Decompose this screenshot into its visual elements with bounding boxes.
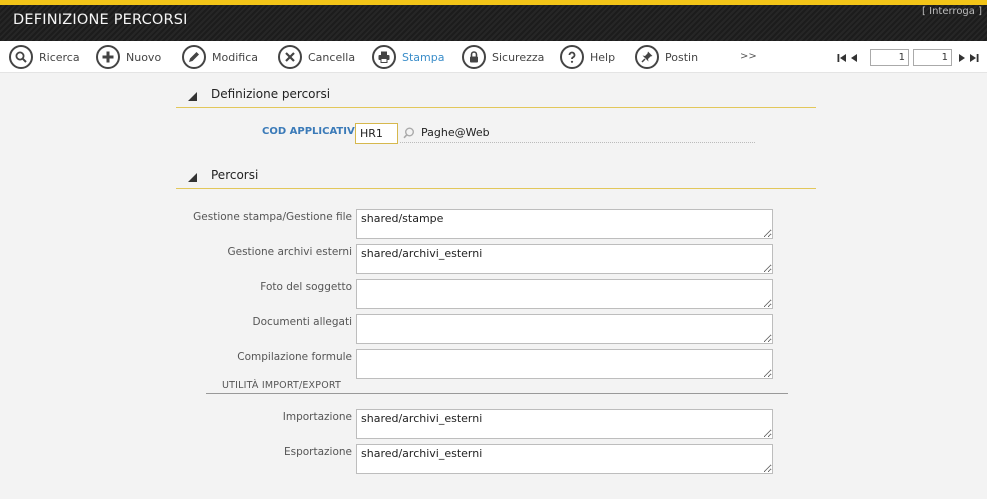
collapse-icon [188,92,197,101]
field-importazione-input[interactable]: shared/archivi_esterni [356,409,773,439]
section-definizione[interactable]: Definizione percorsi [176,82,816,108]
cod-applicativo-input[interactable] [355,123,398,144]
print-button[interactable]: Stampa [372,44,444,70]
field-documenti-input[interactable] [356,314,773,344]
field-label-importazione: Importazione [282,411,352,423]
lookup-icon[interactable] [402,126,416,140]
more-button[interactable]: >> [740,51,757,62]
lock-icon [462,45,486,69]
security-button[interactable]: Sicurezza [462,44,544,70]
field-label-esportazione: Esportazione [283,446,352,458]
postin-button[interactable]: Postin [635,44,698,70]
section-percorsi-title: Percorsi [211,168,259,182]
section-definizione-title: Definizione percorsi [211,87,331,101]
edit-button-label: Modifica [212,50,258,64]
field-stampa-input[interactable]: shared/stampe [356,209,773,239]
print-button-label: Stampa [402,50,445,64]
delete-button-label: Cancella [308,50,356,64]
page-title: DEFINIZIONE PERCORSI [13,12,188,28]
pin-icon [635,45,659,69]
field-label-stampa: Gestione stampa/Gestione file [193,211,352,223]
divider [400,142,755,143]
first-page-icon[interactable] [836,51,848,65]
printer-icon [372,45,396,69]
page-current-input[interactable] [870,49,909,66]
cod-applicativo-label: COD APPLICATIVO [262,126,364,137]
last-page-icon[interactable] [968,51,980,65]
toolbar: Ricerca Nuovo Modifica Cancella Stampa S… [0,41,987,73]
help-button-label: Help [590,50,616,64]
plus-icon [96,45,120,69]
field-label-formule: Compilazione formule [237,351,352,363]
postin-button-label: Postin [665,50,699,64]
field-label-documenti: Documenti allegati [252,316,352,328]
field-formule-input[interactable] [356,349,773,379]
cod-applicativo-description: Paghe@Web [421,126,490,139]
pager [836,49,980,66]
collapse-icon [188,173,197,182]
subsection-divider [206,393,788,394]
security-button-label: Sicurezza [492,50,545,64]
field-label-foto: Foto del soggetto [260,281,352,293]
subsection-title: UTILITÀ IMPORT/EXPORT [222,380,341,391]
page-total-input[interactable] [913,49,952,66]
edit-button[interactable]: Modifica [182,44,258,70]
field-archivi-input[interactable]: shared/archivi_esterni [356,244,773,274]
help-icon [560,45,584,69]
close-icon [278,45,302,69]
title-bar: DEFINIZIONE PERCORSI [ Interroga ] [0,0,987,41]
field-label-archivi: Gestione archivi esterni [227,246,352,258]
next-page-icon[interactable] [956,51,968,65]
help-button[interactable]: Help [560,44,615,70]
search-button[interactable]: Ricerca [9,44,80,70]
new-button[interactable]: Nuovo [96,44,161,70]
field-foto-input[interactable] [356,279,773,309]
mode-indicator: [ Interroga ] [922,6,982,17]
pencil-icon [182,45,206,69]
prev-page-icon[interactable] [848,51,860,65]
delete-button[interactable]: Cancella [278,44,355,70]
field-esportazione-input[interactable]: shared/archivi_esterni [356,444,773,474]
new-button-label: Nuovo [126,50,162,64]
search-icon [9,45,33,69]
search-button-label: Ricerca [39,50,80,64]
section-percorsi[interactable]: Percorsi [176,163,816,189]
